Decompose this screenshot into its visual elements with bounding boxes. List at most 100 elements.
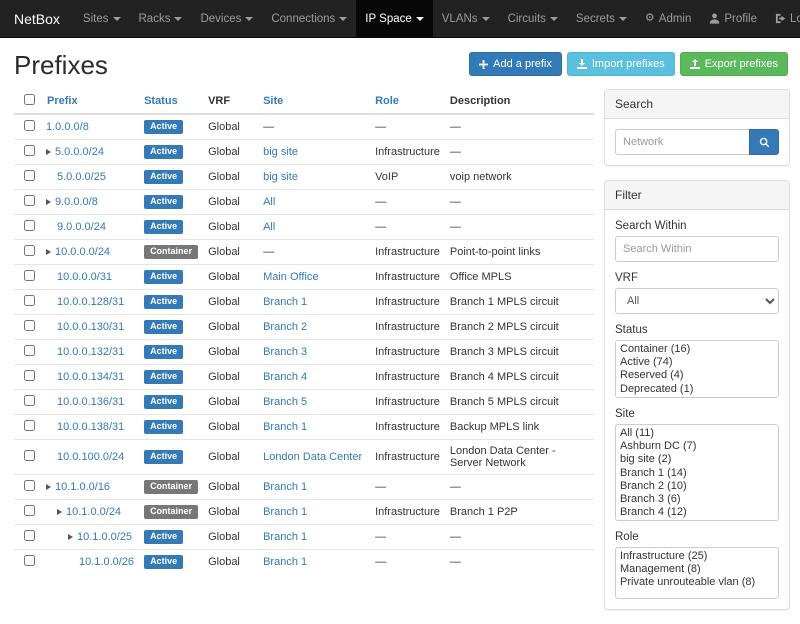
table-row: 5.0.0.0/25ActiveGlobalbig siteVoIPvoip n… [14,165,594,190]
nav-item-devices[interactable]: Devices [191,0,262,37]
nav-item-sites[interactable]: Sites [74,0,130,37]
row-checkbox[interactable] [24,395,35,406]
row-checkbox[interactable] [24,530,35,541]
row-checkbox[interactable] [24,245,35,256]
row-checkbox[interactable] [24,320,35,331]
column-sort-link[interactable]: Status [144,95,178,107]
prefix-link[interactable]: 9.0.0.0/24 [57,221,106,233]
select-all-checkbox[interactable] [24,94,35,105]
prefix-link[interactable]: 5.0.0.0/24 [55,146,104,158]
option-infrastructure-25-[interactable]: Infrastructure (25) [618,550,776,563]
nav-item-label: Circuits [508,13,546,25]
prefix-link[interactable]: 5.0.0.0/25 [57,171,106,183]
prefix-link[interactable]: 10.0.0.130/31 [57,321,124,333]
option-private-unrouteable-vlan-8-[interactable]: Private unrouteable vlan (8) [618,576,776,589]
page-header: Prefixes Add a prefix Import prefixes Ex… [0,38,800,89]
prefix-link[interactable]: 10.0.100.0/24 [57,451,124,463]
option-branch-3-6-[interactable]: Branch 3 (6) [618,493,776,506]
add-prefix-button[interactable]: Add a prefix [469,52,562,76]
search-button[interactable] [749,129,779,155]
site-link[interactable]: big site [263,146,298,158]
import-icon [577,59,587,69]
vrf-select[interactable]: All [615,288,779,314]
prefix-link[interactable]: 10.0.0.128/31 [57,296,124,308]
column-sort-link[interactable]: Prefix [47,95,78,107]
site-link[interactable]: Main Office [263,271,318,283]
row-checkbox[interactable] [24,370,35,381]
prefix-link[interactable]: 10.0.0.138/31 [57,421,124,433]
row-checkbox[interactable] [24,450,35,461]
vrf-cell: Global [203,165,258,190]
prefix-link[interactable]: 10.0.0.0/31 [57,271,112,283]
nav-log-out[interactable]: Log out [766,0,800,37]
prefix-link[interactable]: 10.0.0.0/24 [55,246,110,258]
row-checkbox[interactable] [24,195,35,206]
row-checkbox[interactable] [24,420,35,431]
nav-item-ip-space[interactable]: IP Space [356,0,432,37]
status-badge: Active [144,395,183,409]
site-link[interactable]: Branch 1 [263,506,307,518]
import-prefixes-button[interactable]: Import prefixes [567,52,675,76]
prefix-link[interactable]: 10.0.0.132/31 [57,346,124,358]
prefix-link[interactable]: 10.0.0.136/31 [57,396,124,408]
column-sort-link[interactable]: Role [375,95,399,107]
column-sort-link[interactable]: Site [263,95,283,107]
row-checkbox[interactable] [24,480,35,491]
nav-item-connections[interactable]: Connections [262,0,356,37]
site-link[interactable]: All [263,196,275,208]
row-checkbox[interactable] [24,270,35,281]
option-branch-1-14-[interactable]: Branch 1 (14) [618,467,776,480]
row-checkbox[interactable] [24,120,35,131]
search-within-input[interactable] [615,236,779,262]
prefix-link[interactable]: 9.0.0.0/8 [55,196,98,208]
option-container-16-[interactable]: Container (16) [618,343,776,356]
option-branch-2-10-[interactable]: Branch 2 (10) [618,480,776,493]
prefix-link[interactable]: 10.1.0.0/26 [79,556,134,568]
prefix-link[interactable]: 10.1.0.0/24 [66,506,121,518]
option-branch-4-12-[interactable]: Branch 4 (12) [618,506,776,519]
site-link[interactable]: Branch 1 [263,421,307,433]
row-checkbox[interactable] [24,220,35,231]
row-checkbox[interactable] [24,170,35,181]
prefix-link[interactable]: 10.0.0.134/31 [57,371,124,383]
option-all-11-[interactable]: All (11) [618,427,776,440]
site-link[interactable]: Branch 1 [263,531,307,543]
site-link[interactable]: Branch 1 [263,481,307,493]
site-select[interactable]: All (11)Ashburn DC (7)big site (2)Branch… [615,424,779,521]
status-select[interactable]: Container (16)Active (74)Reserved (4)Dep… [615,340,779,398]
nav-item-vlans[interactable]: VLANs [433,0,499,37]
row-checkbox[interactable] [24,555,35,566]
option-active-74-[interactable]: Active (74) [618,356,776,369]
option-big-site-2-[interactable]: big site (2) [618,453,776,466]
nav-admin[interactable]: ⚙Admin [636,0,700,37]
nav-item-circuits[interactable]: Circuits [499,0,567,37]
row-checkbox[interactable] [24,145,35,156]
site-cell: Branch 1 [258,415,370,440]
row-checkbox[interactable] [24,295,35,306]
site-link[interactable]: Branch 5 [263,396,307,408]
export-prefixes-button[interactable]: Export prefixes [680,52,788,76]
prefix-link[interactable]: 10.1.0.0/16 [55,481,110,493]
site-link[interactable]: Branch 2 [263,321,307,333]
site-link[interactable]: All [263,221,275,233]
option-branch-5-7-[interactable]: Branch 5 (7) [618,519,776,521]
option-ashburn-dc-7-[interactable]: Ashburn DC (7) [618,440,776,453]
option-management-8-[interactable]: Management (8) [618,563,776,576]
prefix-link[interactable]: 10.1.0.0/25 [77,531,132,543]
search-input[interactable] [615,129,749,155]
site-link[interactable]: Branch 4 [263,371,307,383]
site-link[interactable]: Branch 1 [263,296,307,308]
nav-item-racks[interactable]: Racks [130,0,192,37]
option-reserved-4-[interactable]: Reserved (4) [618,369,776,382]
site-link[interactable]: Branch 1 [263,556,307,568]
row-checkbox[interactable] [24,345,35,356]
nav-profile[interactable]: Profile [700,0,766,37]
prefix-link[interactable]: 1.0.0.0/8 [46,121,89,133]
site-link[interactable]: London Data Center [263,451,362,463]
brand[interactable]: NetBox [0,0,74,37]
nav-item-secrets[interactable]: Secrets [567,0,636,37]
option-deprecated-1-[interactable]: Deprecated (1) [618,383,776,396]
site-link[interactable]: big site [263,171,298,183]
role-select[interactable]: Infrastructure (25)Management (8)Private… [615,547,779,599]
site-link[interactable]: Branch 3 [263,346,307,358]
